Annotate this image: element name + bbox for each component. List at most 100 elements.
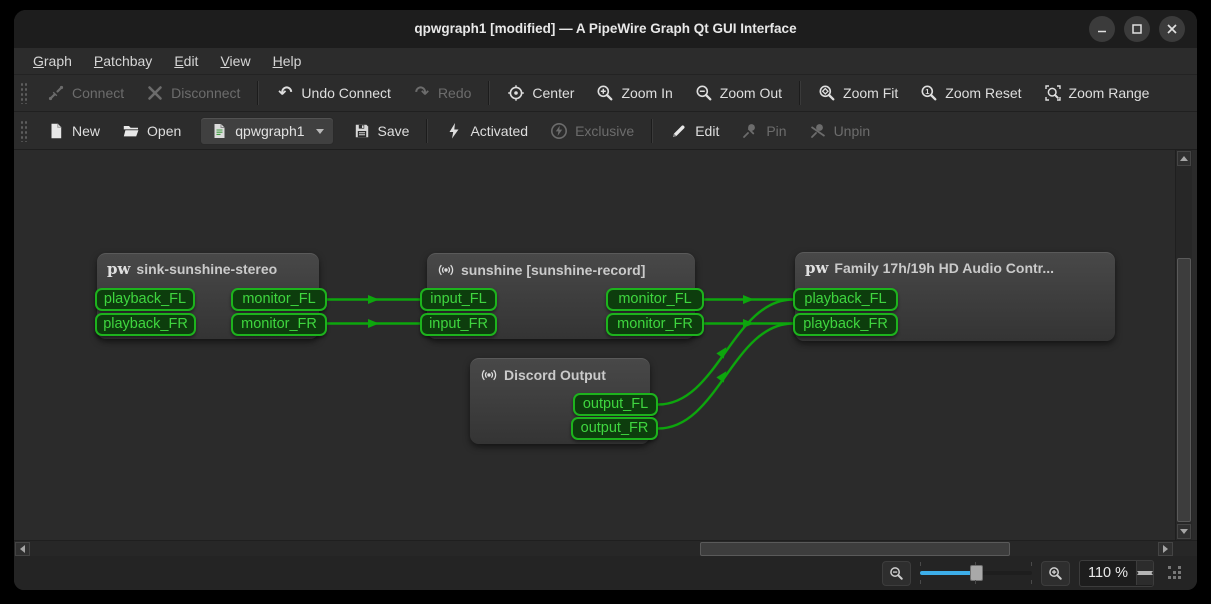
zoom-spinbox[interactable]: 110 % <box>1079 560 1154 587</box>
vertical-scrollbar[interactable] <box>1175 150 1192 540</box>
app-window: qpwgraph1 [modified] — A PipeWire Graph … <box>14 10 1197 590</box>
menu-help[interactable]: Help <box>262 50 313 72</box>
pipewire-icon: pw <box>805 260 828 276</box>
open-label: Open <box>147 123 181 139</box>
chevron-down-icon <box>316 129 324 134</box>
port-input[interactable]: input_FR <box>420 313 497 336</box>
menu-patchbay[interactable]: Patchbay <box>83 50 163 72</box>
new-button[interactable]: New <box>36 116 111 146</box>
connection-arrow <box>368 319 379 328</box>
port-output[interactable]: monitor_FR <box>231 313 327 336</box>
port-input[interactable]: playback_FR <box>95 313 196 336</box>
toolbar-separator <box>257 81 259 105</box>
window-controls <box>1089 16 1185 42</box>
save-icon <box>353 122 371 140</box>
horizontal-scrollbar[interactable] <box>14 540 1197 556</box>
port-input[interactable]: input_FL <box>420 288 497 311</box>
pipewire-icon: pw <box>107 261 130 277</box>
patchbay-profile-select[interactable]: qpwgraph1 <box>200 117 333 145</box>
minimize-button[interactable] <box>1089 16 1115 42</box>
spin-down-button[interactable] <box>1137 573 1153 585</box>
scroll-up-button[interactable] <box>1177 151 1191 166</box>
connection-arrow <box>743 319 754 328</box>
redo-label: Redo <box>438 85 471 101</box>
connect-icon <box>47 84 65 102</box>
zoom-slider[interactable] <box>920 561 1032 585</box>
port-input[interactable]: playback_FR <box>793 313 898 336</box>
zoom-range-label: Zoom Range <box>1069 85 1150 101</box>
zoom-reset-button[interactable]: 1 Zoom Reset <box>909 78 1032 108</box>
menubar: Graph Patchbay Edit View Help <box>14 48 1197 74</box>
disconnect-button[interactable]: Disconnect <box>135 78 251 108</box>
slider-tick <box>1031 562 1032 566</box>
statusbar-zoom-out-button[interactable] <box>882 561 911 586</box>
port-output[interactable]: output_FL <box>573 393 658 416</box>
node-header: sunshine [sunshine-record] <box>437 261 645 279</box>
open-button[interactable]: Open <box>111 116 192 146</box>
port-output[interactable]: monitor_FR <box>606 313 704 336</box>
zoom-out-icon <box>695 84 713 102</box>
zoom-out-button[interactable]: Zoom Out <box>684 78 793 108</box>
zoom-reset-icon: 1 <box>920 84 938 102</box>
connection[interactable] <box>658 324 793 429</box>
scroll-right-button[interactable] <box>1158 542 1173 556</box>
zoom-in-label: Zoom In <box>621 85 672 101</box>
node-title: sink-sunshine-stereo <box>136 261 277 277</box>
edit-pencil-icon <box>670 122 688 140</box>
undo-connect-button[interactable]: ↶ Undo Connect <box>265 78 402 108</box>
zoom-slider-handle[interactable] <box>970 565 983 581</box>
scroll-left-button[interactable] <box>15 542 30 556</box>
edit-label: Edit <box>695 123 719 139</box>
port-input[interactable]: playback_FL <box>95 288 195 311</box>
node-title: sunshine [sunshine-record] <box>461 262 645 278</box>
save-button[interactable]: Save <box>342 116 421 146</box>
center-icon <box>507 84 525 102</box>
menu-graph[interactable]: Graph <box>22 50 83 72</box>
connections-layer <box>14 150 1197 540</box>
exclusive-bolt-icon <box>550 122 568 140</box>
close-button[interactable] <box>1159 16 1185 42</box>
slider-tick <box>920 580 921 584</box>
scroll-down-button[interactable] <box>1177 524 1191 539</box>
activated-button[interactable]: Activated <box>434 116 539 146</box>
port-input[interactable]: playback_FL <box>793 288 898 311</box>
node-header: pw sink-sunshine-stereo <box>107 261 277 277</box>
port-output[interactable]: monitor_FL <box>231 288 327 311</box>
exclusive-button[interactable]: Exclusive <box>539 116 645 146</box>
zoom-in-icon <box>596 84 614 102</box>
port-output[interactable]: output_FR <box>571 417 658 440</box>
window-resize-grip[interactable] <box>1167 565 1183 581</box>
port-output[interactable]: monitor_FL <box>606 288 704 311</box>
minimize-icon <box>1093 20 1111 38</box>
horizontal-scroll-thumb[interactable] <box>700 542 1010 556</box>
zoom-value: 110 % <box>1080 565 1136 581</box>
unpin-button[interactable]: Unpin <box>798 116 882 146</box>
connect-button[interactable]: Connect <box>36 78 135 108</box>
pin-button[interactable]: Pin <box>730 116 797 146</box>
menu-edit[interactable]: Edit <box>163 50 209 72</box>
close-icon <box>1163 20 1181 38</box>
zoom-fit-label: Zoom Fit <box>843 85 898 101</box>
broadcast-icon <box>437 261 455 279</box>
zoom-fit-button[interactable]: Zoom Fit <box>807 78 909 108</box>
menu-view[interactable]: View <box>209 50 261 72</box>
center-button[interactable]: Center <box>496 78 585 108</box>
maximize-button[interactable] <box>1124 16 1150 42</box>
toolbar-drag-handle[interactable] <box>20 82 28 104</box>
connect-label: Connect <box>72 85 124 101</box>
edit-button[interactable]: Edit <box>659 116 730 146</box>
zoom-range-button[interactable]: Zoom Range <box>1033 78 1161 108</box>
exclusive-label: Exclusive <box>575 123 634 139</box>
toolbar-drag-handle[interactable] <box>20 120 28 142</box>
unpin-label: Unpin <box>834 123 871 139</box>
zoom-in-button[interactable]: Zoom In <box>585 78 683 108</box>
titlebar[interactable]: qpwgraph1 [modified] — A PipeWire Graph … <box>14 10 1197 48</box>
statusbar-zoom-in-button[interactable] <box>1041 561 1070 586</box>
graph-canvas[interactable]: pw sink-sunshine-stereo playback_FL play… <box>14 150 1197 540</box>
maximize-icon <box>1128 20 1146 38</box>
vertical-scroll-thumb[interactable] <box>1177 258 1191 522</box>
redo-button[interactable]: ↷ Redo <box>402 78 482 108</box>
slider-tick <box>920 562 921 566</box>
toolbar-separator <box>426 119 428 143</box>
new-file-icon <box>47 122 65 140</box>
